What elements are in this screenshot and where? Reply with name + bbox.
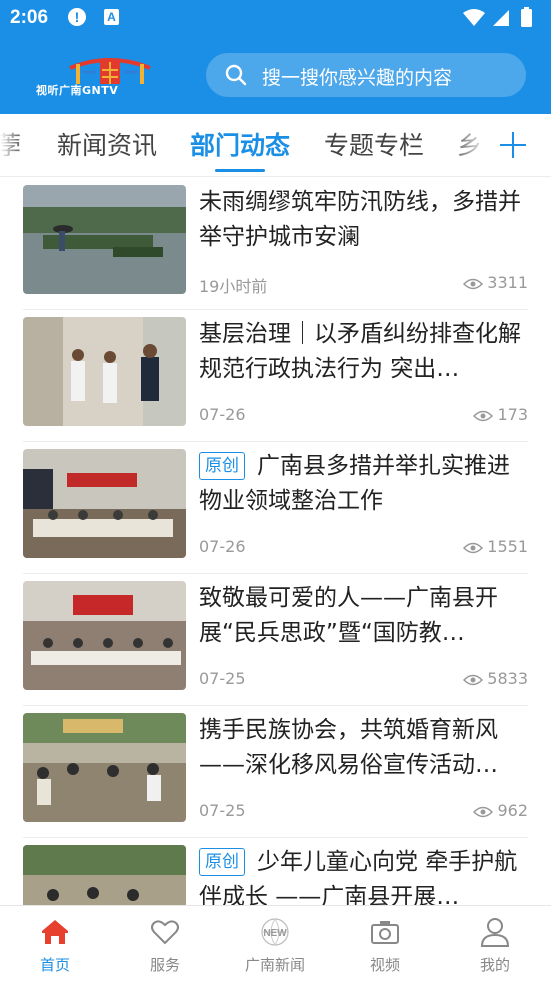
nav-label: 服务 (149, 956, 180, 974)
tab-special-topics[interactable]: 专题专栏 (324, 126, 424, 162)
nav-service[interactable]: 服务 (110, 906, 220, 982)
nav-label: 我的 (479, 956, 510, 974)
svg-text:NEW: NEW (263, 928, 287, 939)
search-placeholder: 搜一搜你感兴趣的内容 (262, 67, 453, 89)
app-logo[interactable]: 视听广南GNTV (30, 50, 190, 100)
tab-department-news[interactable]: 部门动态 (190, 126, 290, 162)
status-time: 2:06 (10, 7, 49, 28)
view-count: 3311 (487, 273, 528, 292)
article-views: 962 (473, 801, 528, 820)
article-views: 173 (473, 405, 528, 424)
article-title: 原创 少年儿童心向党 牵手护航伴成长 ——广南县开展… (199, 845, 523, 905)
article-title-text: 广南县多措并举扎实推进物业领域整治工作 (199, 453, 510, 514)
status-bar: 2:06 ! A (0, 0, 551, 36)
tab-news[interactable]: 新闻资讯 (57, 126, 157, 162)
article-date: 07-25 (199, 669, 246, 688)
view-count: 173 (497, 405, 528, 424)
article-item[interactable]: 原创 少年儿童心向党 牵手护航伴成长 ——广南县开展… (23, 837, 528, 905)
eye-icon (463, 278, 484, 290)
article-item[interactable]: 携手民族协会，共筑婚育新风——深化移风易俗宣传活动… 07-25 962 (23, 705, 528, 838)
article-item[interactable]: 未雨绸缪筑牢防汛防线，多措并举守护城市安澜 19小时前 3311 (23, 177, 528, 310)
article-item[interactable]: 原创 广南县多措并举扎实推进物业领域整治工作 07-26 1551 (23, 441, 528, 574)
article-thumbnail (23, 581, 186, 690)
view-count: 962 (497, 801, 528, 820)
article-thumbnail (23, 449, 186, 558)
notification-a-icon: A (104, 9, 119, 25)
camera-icon (371, 921, 399, 944)
eye-icon (463, 674, 484, 686)
article-thumbnail (23, 713, 186, 822)
eye-icon (473, 806, 494, 818)
eye-icon (473, 410, 494, 422)
user-icon (480, 918, 510, 947)
article-thumbnail (23, 185, 186, 294)
nav-mine[interactable]: 我的 (440, 906, 550, 982)
wifi-signal-battery-icon (463, 7, 532, 27)
search-icon (225, 64, 247, 86)
view-count: 1551 (487, 537, 528, 556)
original-badge: 原创 (199, 848, 245, 876)
nav-home[interactable]: 首页 (0, 906, 110, 982)
bottom-navigation: 首页 服务 NEW 广南新闻 视频 我的 (0, 905, 551, 982)
status-icons (461, 7, 541, 33)
app-header: 视听广南GNTV 搜一搜你感兴趣的内容 (0, 36, 551, 114)
category-tabs: 荸 新闻资讯 部门动态 专题专栏 乡 (0, 114, 551, 177)
nav-video[interactable]: 视频 (330, 906, 440, 982)
nav-guangnan-news[interactable]: NEW 广南新闻 (220, 906, 330, 982)
article-date: 07-26 (199, 405, 246, 424)
view-count: 5833 (487, 669, 528, 688)
article-date: 19小时前 (199, 277, 268, 296)
article-views: 1551 (463, 537, 528, 556)
alert-icon: ! (68, 8, 86, 26)
article-title: 基层治理｜以矛盾纠纷排查化解 规范行政执法行为 突出… (199, 321, 521, 382)
article-thumbnail (23, 845, 186, 905)
logo-text: 视听广南GNTV (36, 84, 119, 97)
nav-label: 视频 (369, 956, 400, 974)
add-channel-button[interactable] (488, 114, 551, 176)
heart-icon (151, 920, 179, 945)
nav-label: 首页 (39, 956, 70, 974)
search-bar[interactable]: 搜一搜你感兴趣的内容 (206, 53, 526, 97)
tab-fade-left (0, 114, 24, 176)
article-title: 携手民族协会，共筑婚育新风——深化移风易俗宣传活动… (199, 717, 498, 778)
article-item[interactable]: 致敬最可爱的人——广南县开展“民兵思政”暨“国防教… 07-25 5833 (23, 573, 528, 706)
article-title: 原创 广南县多措并举扎实推进物业领域整治工作 (199, 449, 523, 519)
nav-label: 广南新闻 (244, 956, 305, 974)
original-badge: 原创 (199, 452, 245, 480)
article-date: 07-26 (199, 537, 246, 556)
article-list: 未雨绸缪筑牢防汛防线，多措并举守护城市安澜 19小时前 3311 基层治理｜以矛… (0, 177, 551, 905)
article-title: 未雨绸缪筑牢防汛防线，多措并举守护城市安澜 (199, 189, 521, 250)
home-icon (42, 920, 68, 944)
article-title: 致敬最可爱的人——广南县开展“民兵思政”暨“国防教… (199, 585, 498, 646)
article-title-text: 少年儿童心向党 牵手护航伴成长 ——广南县开展… (199, 849, 518, 905)
article-item[interactable]: 基层治理｜以矛盾纠纷排查化解 规范行政执法行为 突出… 07-26 173 (23, 309, 528, 442)
news-globe-icon: NEW (261, 918, 289, 946)
eye-icon (463, 542, 484, 554)
active-tab-indicator (215, 169, 265, 172)
article-views: 3311 (463, 273, 528, 292)
article-views: 5833 (463, 669, 528, 688)
tab-fade-right (448, 114, 488, 176)
article-date: 07-25 (199, 801, 246, 820)
article-thumbnail (23, 317, 186, 426)
